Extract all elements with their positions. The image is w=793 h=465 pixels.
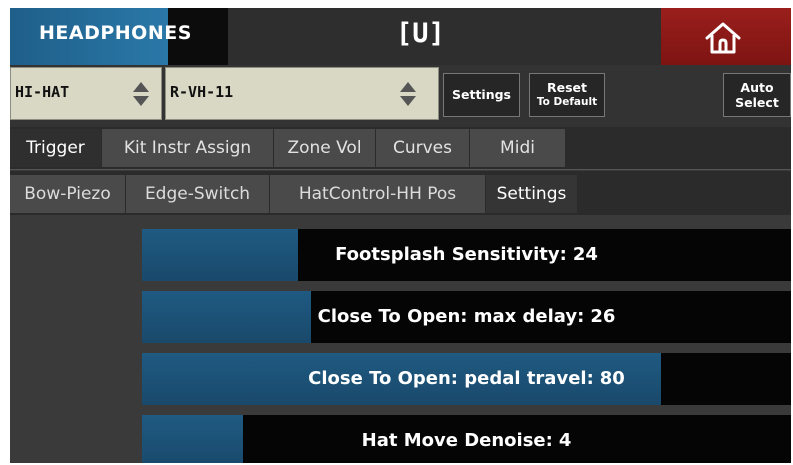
auto-select-label-line2: Select [735,95,779,110]
top-bar: HEADPHONES [U] [10,8,791,65]
settings-button-label: Settings [451,87,511,102]
updown-arrows-icon[interactable] [399,81,417,107]
instrument-select-value: HI-HAT [15,83,70,101]
instrument-select[interactable]: HI-HAT [10,67,162,120]
tab-bow-piezo[interactable]: Bow-Piezo [10,175,126,213]
reset-to-default-button[interactable]: Reset To Default [529,73,605,117]
tab-trigger[interactable]: Trigger [10,129,102,167]
settings-panel: Footsplash Sensitivity: 24 Close To Open:… [10,215,791,463]
slider-value: 80 [599,368,625,389]
kit-title: [U] [396,18,445,49]
slider-label: Footsplash Sensitivity: 24 [142,229,791,281]
tab-zone-vol[interactable]: Zone Vol [274,129,376,167]
headphones-label: HEADPHONES [39,22,192,44]
slider-value: 26 [590,306,616,327]
hat-move-denoise-slider[interactable]: Hat Move Denoise: 4 [142,415,791,463]
slider-label: Close To Open: pedal travel: 80 [142,353,791,405]
slider-label-text: Footsplash Sensitivity: [335,244,567,265]
tab-settings[interactable]: Settings [486,175,578,213]
home-button[interactable] [661,8,791,65]
close-to-open-max-delay-slider[interactable]: Close To Open: max delay: 26 [142,291,791,343]
tab-kit-instr-assign[interactable]: Kit Instr Assign [102,129,274,167]
trigger-model-select[interactable]: R-VH-11 [165,67,439,120]
slider-label-text: Close To Open: pedal travel: [308,368,594,389]
slider-value: 4 [558,430,572,451]
trigger-model-select-value: R-VH-11 [170,83,234,101]
reset-button-label-line2: To Default [536,96,598,108]
slider-label-text: Close To Open: max delay: [317,306,585,327]
auto-select-button[interactable]: Auto Select [723,73,791,117]
footsplash-sensitivity-slider[interactable]: Footsplash Sensitivity: 24 [142,229,791,281]
tab-curves[interactable]: Curves [376,129,470,167]
tab-hatcontrol-hh-pos[interactable]: HatControl-HH Pos [270,175,486,213]
updown-arrows-icon[interactable] [132,81,150,107]
slider-label: Close To Open: max delay: 26 [142,291,791,343]
main-tab-bar: Trigger Kit Instr Assign Zone Vol Curves… [10,127,791,170]
slider-value: 24 [572,244,598,265]
slider-label: Hat Move Denoise: 4 [142,415,791,463]
tab-edge-switch[interactable]: Edge-Switch [126,175,270,213]
tab-midi[interactable]: Midi [470,129,566,167]
auto-select-label-line1: Auto [740,80,774,95]
reset-button-label-line1: Reset [547,80,587,95]
home-icon [705,22,741,54]
selector-row: HI-HAT R-VH-11 Settings Reset To Default… [10,65,791,127]
app-screen: HEADPHONES [U] HI-HAT R-VH-11 Settings R… [10,8,791,463]
sub-tab-bar: Bow-Piezo Edge-Switch HatControl-HH Pos … [10,171,791,215]
close-to-open-pedal-travel-slider[interactable]: Close To Open: pedal travel: 80 [142,353,791,405]
settings-button[interactable]: Settings [443,73,520,117]
slider-label-text: Hat Move Denoise: [361,430,553,451]
